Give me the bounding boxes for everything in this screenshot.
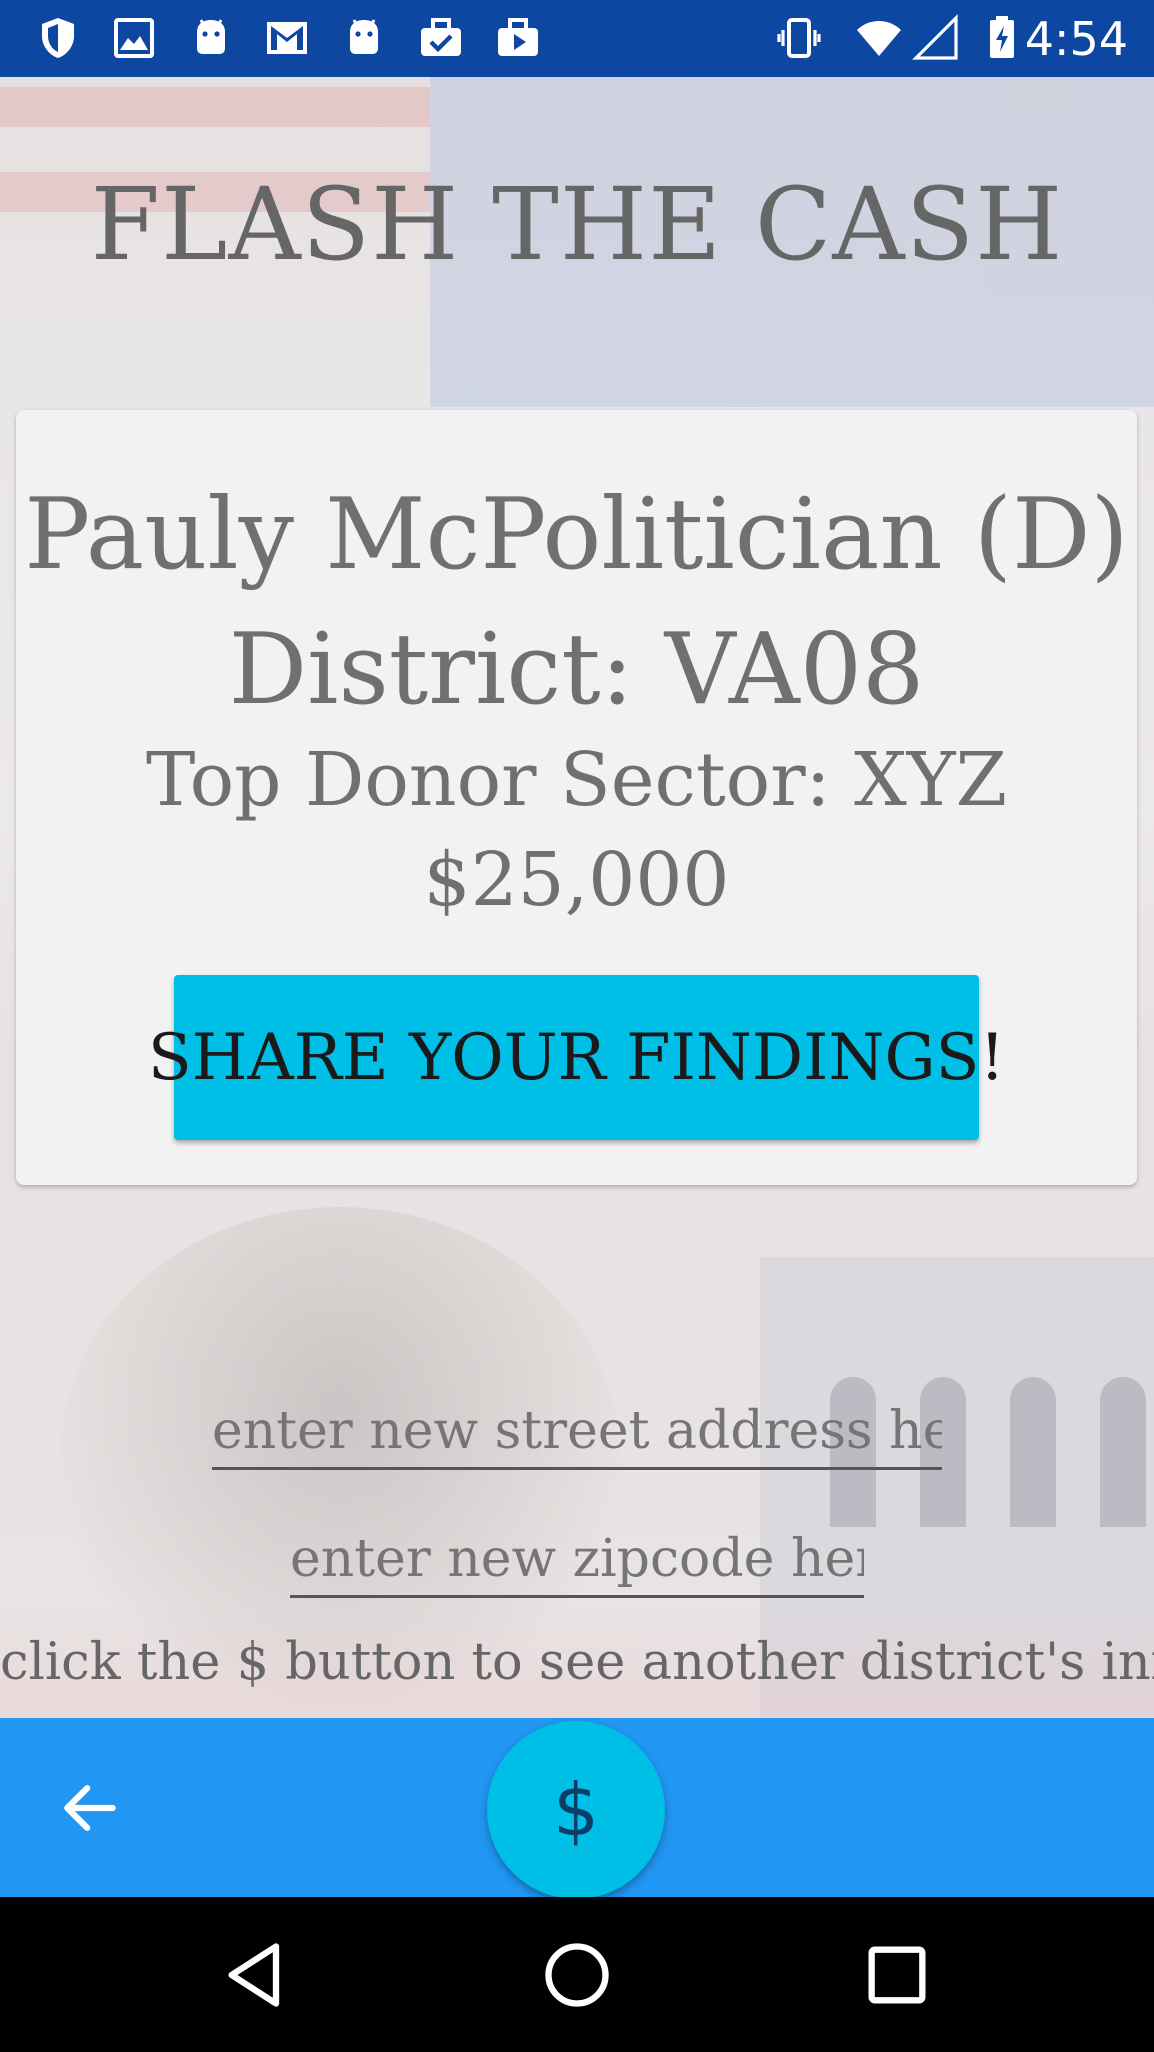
hint-text: click the $ button to see another distri… (0, 1633, 1154, 1692)
android-icon (350, 19, 378, 54)
clock: 4:54 (1024, 12, 1128, 66)
battery-charging-icon (990, 16, 1014, 58)
gmail-icon (267, 22, 307, 54)
zipcode-input[interactable] (290, 1523, 864, 1598)
recents-square-icon[interactable] (859, 1937, 935, 2013)
home-circle-icon[interactable] (539, 1937, 615, 2013)
navigation-bar (0, 1897, 1154, 2052)
status-bar: 4:54 (0, 0, 1154, 77)
briefcase-check-icon (421, 18, 461, 56)
politician-name: Pauly McPolitician (D) (24, 478, 1129, 592)
vibrate-icon (777, 18, 821, 58)
politician-card: Pauly McPolitician (D) District: VA08 To… (16, 410, 1137, 1185)
arrow-left-icon[interactable] (56, 1774, 124, 1842)
street-address-input[interactable] (212, 1395, 942, 1470)
next-district-fab[interactable]: $ (487, 1721, 665, 1899)
wifi-icon (857, 21, 901, 56)
share-findings-button[interactable]: SHARE YOUR FINDINGS! (148, 975, 1005, 1140)
donation-amount: $25,000 (423, 837, 730, 923)
app-title: FLASH THE CASH (90, 166, 1064, 283)
image-icon (114, 18, 154, 58)
street-field (0, 1395, 1154, 1470)
shield-icon (42, 18, 74, 58)
district-label: District: VA08 (228, 613, 925, 727)
android-icon (197, 19, 225, 54)
donor-sector-label: Top Donor Sector: XYZ (145, 737, 1008, 823)
briefcase-play-icon (498, 18, 538, 56)
zip-field (0, 1523, 1154, 1598)
back-triangle-icon[interactable] (219, 1937, 295, 2013)
signal-icon (912, 14, 958, 60)
